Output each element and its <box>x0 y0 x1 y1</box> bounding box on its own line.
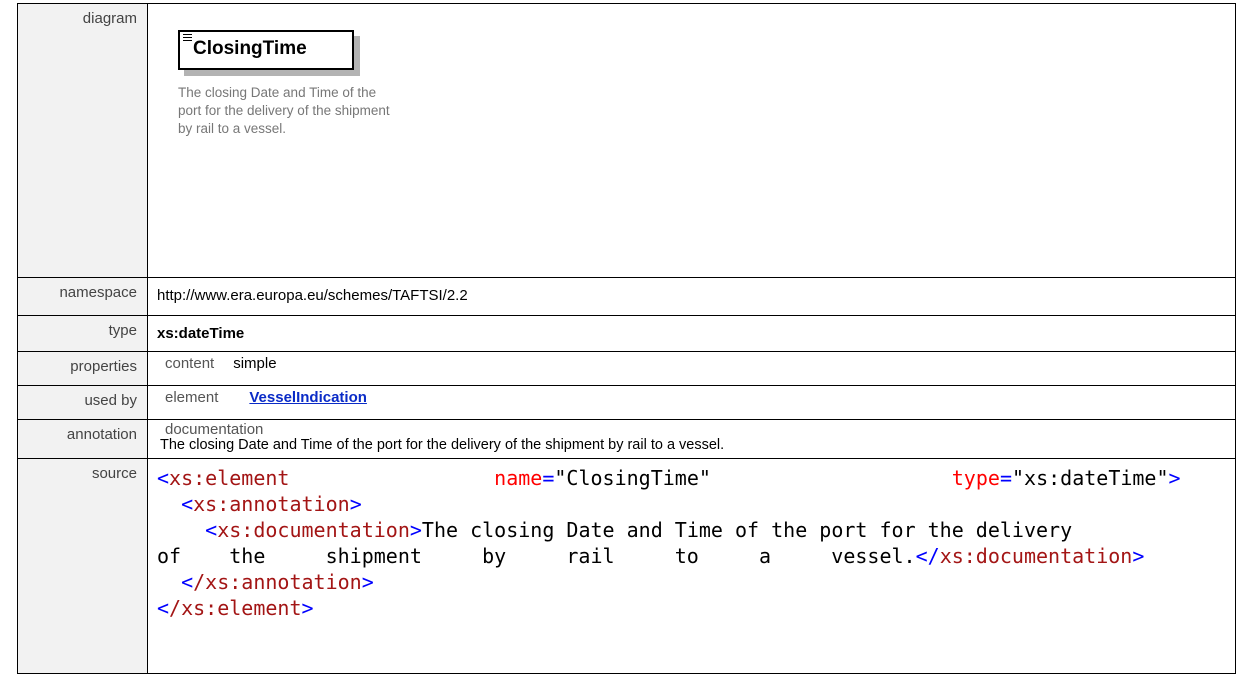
src-name-attr: name <box>494 466 543 490</box>
row-namespace: namespace http://www.era.europa.eu/schem… <box>17 277 1236 316</box>
label-annotation: annotation <box>17 419 148 459</box>
properties-key: content <box>165 355 215 372</box>
src-doc-close-tag: xs:documentation <box>939 544 1133 568</box>
diagram-element-name: ClosingTime <box>193 38 307 59</box>
schema-doc-table: diagram ClosingTime The closing Date and… <box>17 3 1236 674</box>
src-doc-tag: xs:documentation <box>217 518 410 542</box>
row-diagram: diagram ClosingTime The closing Date and… <box>17 3 1236 278</box>
label-properties: properties <box>17 351 148 386</box>
src-name-value: "ClosingTime" <box>554 466 711 490</box>
src-close-element: /xs:element <box>169 596 302 620</box>
label-diagram: diagram <box>17 3 148 278</box>
annotation-value: The closing Date and Time of the port fo… <box>160 437 725 453</box>
label-namespace: namespace <box>17 277 148 316</box>
row-type: type xs:dateTime <box>17 315 1236 352</box>
label-source: source <box>17 458 148 674</box>
src-close-annotation: /xs:annotation <box>193 570 362 594</box>
row-properties: properties content simple <box>17 351 1236 386</box>
row-used-by: used by element VesselIndication <box>17 385 1236 420</box>
annotation-key: documentation <box>165 421 264 438</box>
src-doc-text-1: The closing Date and Time of the port fo… <box>421 518 1073 542</box>
src-annotation-tag: xs:annotation <box>193 492 350 516</box>
used-by-key: element <box>165 389 219 406</box>
element-diagram-box[interactable]: ClosingTime <box>178 30 354 70</box>
type-value: xs:dateTime <box>157 325 245 342</box>
namespace-value: http://www.era.europa.eu/schemes/TAFTSI/… <box>157 287 468 304</box>
src-doc-text-2: of the shipment by rail to a vessel. <box>157 544 916 568</box>
source-code: <xs:element name="ClosingTime" type="xs:… <box>157 466 1181 620</box>
content-model-icon <box>183 34 192 43</box>
src-type-attr: type <box>951 466 1000 490</box>
vessel-indication-link[interactable]: VesselIndication <box>249 389 367 406</box>
diagram-documentation: The closing Date and Time of the port fo… <box>178 85 390 136</box>
diagram-cell: ClosingTime The closing Date and Time of… <box>147 3 1236 278</box>
label-type: type <box>17 315 148 352</box>
src-open-tag: xs:element <box>169 466 290 490</box>
label-used-by: used by <box>17 385 148 420</box>
row-annotation: annotation documentation The closing Dat… <box>17 419 1236 459</box>
row-source: source <xs:element name="ClosingTime" ty… <box>17 458 1236 674</box>
src-type-value: "xs:dateTime" <box>1011 466 1169 490</box>
properties-value: simple <box>233 355 277 372</box>
